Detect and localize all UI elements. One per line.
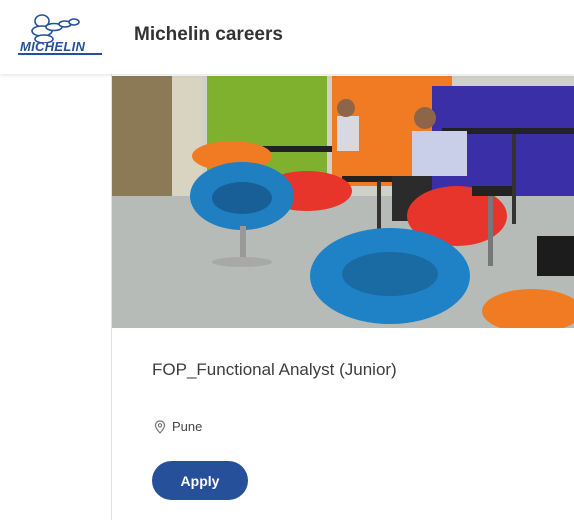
job-title[interactable]: FOP_Functional Analyst (Junior)	[152, 360, 397, 380]
michelin-logo[interactable]: MICHELIN	[16, 12, 104, 56]
office-lounge-photo	[112, 76, 574, 328]
logo-wordmark: MICHELIN	[20, 39, 86, 54]
job-location: Pune	[154, 419, 202, 434]
location-text: Pune	[172, 419, 203, 434]
job-hero-image	[112, 76, 574, 328]
site-header: MICHELIN Michelin careers	[0, 0, 574, 74]
page-title: Michelin careers	[134, 24, 283, 45]
apply-button[interactable]: Apply	[152, 461, 248, 500]
map-pin-icon	[154, 419, 166, 434]
